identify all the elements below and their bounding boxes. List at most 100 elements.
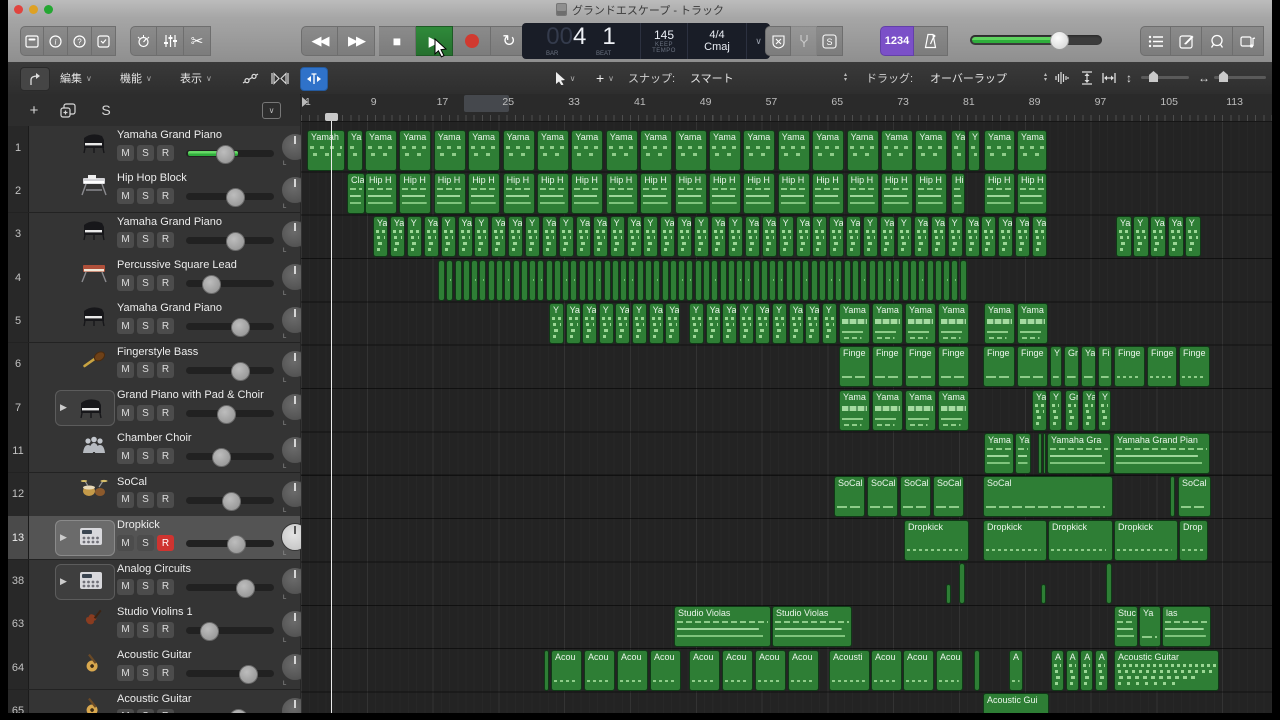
midi-region[interactable]: Yama (839, 390, 870, 431)
midi-region[interactable]: Stuc (1114, 606, 1138, 647)
midi-region[interactable]: Yama (872, 390, 903, 431)
midi-region[interactable]: Yama (915, 130, 947, 171)
record-arm-button[interactable]: R (157, 665, 174, 681)
midi-region[interactable]: Hip H (606, 173, 638, 214)
midi-region[interactable]: Ya (998, 216, 1013, 257)
midi-region[interactable]: Acou (689, 650, 720, 691)
midi-region[interactable]: Finge (839, 346, 870, 387)
volume-knob[interactable] (231, 362, 250, 381)
midi-region[interactable] (893, 260, 900, 301)
midi-region[interactable] (902, 260, 909, 301)
track-name[interactable]: Acoustic Guitar (117, 693, 192, 705)
midi-region[interactable] (946, 584, 951, 604)
functions-menu[interactable]: 機能∨ (120, 69, 152, 87)
track-header-body[interactable]: Hip Hop BlockMSRLR (29, 169, 300, 212)
midi-region[interactable]: A (1080, 650, 1093, 691)
midi-region[interactable] (786, 260, 793, 301)
midi-region[interactable]: Hip H (503, 173, 535, 214)
midi-region[interactable] (546, 260, 553, 301)
midi-region[interactable]: Ya (762, 216, 777, 257)
midi-region[interactable] (974, 650, 980, 691)
midi-region[interactable]: Ya (796, 216, 811, 257)
midi-region[interactable]: A (1095, 650, 1108, 691)
track-header-65[interactable]: 65Acoustic GuitarMSRLR (8, 690, 300, 713)
midi-region[interactable] (802, 260, 809, 301)
midi-region[interactable]: Hip H (571, 173, 603, 214)
track-name[interactable]: Yamaha Grand Piano (117, 302, 222, 314)
midi-region[interactable]: Y (739, 303, 754, 344)
rewind-button[interactable]: ◀◀ (301, 26, 338, 56)
midi-region[interactable]: Ya (1116, 216, 1132, 257)
midi-region[interactable] (753, 260, 760, 301)
midi-region[interactable] (927, 260, 934, 301)
solo-button[interactable]: S (137, 362, 154, 378)
track-name[interactable]: Chamber Choir (117, 432, 192, 444)
midi-region[interactable] (438, 260, 445, 301)
solo-button[interactable]: S (137, 622, 154, 638)
midi-region[interactable]: Finge (1114, 346, 1145, 387)
midi-region[interactable]: Y (772, 303, 787, 344)
midi-region[interactable]: Yama (938, 303, 969, 344)
track-header-13[interactable]: 13▶DropkickMSRLR (8, 516, 300, 560)
midi-region[interactable]: Yama (709, 130, 741, 171)
track-header-body[interactable]: Studio Violins 1MSRLR (29, 603, 300, 646)
quick-help-button[interactable]: ? (68, 26, 92, 56)
midi-region[interactable] (463, 260, 470, 301)
solo-button[interactable]: S (137, 188, 154, 204)
midi-region[interactable]: Yama (812, 130, 844, 171)
midi-region[interactable]: Yama (743, 130, 775, 171)
media-browser-button[interactable] (1233, 26, 1264, 56)
midi-region[interactable] (1106, 563, 1112, 604)
volume-knob[interactable] (226, 188, 245, 207)
midi-region[interactable] (951, 260, 958, 301)
track-stack-box[interactable]: ▶ (55, 520, 115, 556)
midi-region[interactable]: Finge (1147, 346, 1177, 387)
track-volume-slider[interactable] (186, 280, 274, 287)
track-volume-slider[interactable] (186, 410, 274, 417)
track-header-body[interactable]: Acoustic GuitarMSRLR (29, 646, 300, 689)
midi-region[interactable]: Acousti (829, 650, 870, 691)
midi-region[interactable]: A (1066, 650, 1079, 691)
midi-region[interactable]: Hip H (881, 173, 913, 214)
midi-region[interactable] (686, 260, 693, 301)
midi-region[interactable] (662, 260, 669, 301)
solo-button[interactable]: S (137, 275, 154, 291)
midi-region[interactable]: Ya (951, 130, 966, 171)
midi-region[interactable] (579, 260, 586, 301)
vertical-zoom-slider[interactable] (1141, 76, 1189, 79)
midi-region[interactable]: Y (694, 216, 709, 257)
midi-region[interactable]: Hip H (847, 173, 879, 214)
track-header-4[interactable]: 4Percussive Square LeadMSRLR (8, 256, 300, 300)
midi-region[interactable]: Ya (542, 216, 557, 257)
solo-button[interactable]: S (137, 232, 154, 248)
track-header-body[interactable]: ▶Analog CircuitsMSRLR (29, 560, 300, 603)
mixer-button[interactable] (157, 26, 184, 56)
record-arm-button[interactable]: R (157, 579, 174, 595)
midi-region[interactable]: Ya (1015, 216, 1030, 257)
midi-region[interactable]: Ya (1015, 433, 1031, 474)
track-volume-slider[interactable] (186, 323, 274, 330)
midi-region[interactable] (479, 260, 486, 301)
midi-region[interactable] (678, 260, 685, 301)
drag-select[interactable]: オーバーラップ▴▾ (930, 69, 1050, 87)
midi-region[interactable]: Yama (1017, 303, 1048, 344)
midi-region[interactable]: Y (897, 216, 912, 257)
smart-controls-button[interactable] (130, 26, 157, 56)
solo-button[interactable]: S (137, 579, 154, 595)
midi-region[interactable] (612, 260, 619, 301)
midi-region[interactable] (943, 260, 950, 301)
midi-region[interactable] (869, 260, 876, 301)
midi-region[interactable]: Y (948, 216, 963, 257)
midi-region[interactable] (720, 260, 727, 301)
vertical-auto-zoom-button[interactable] (1076, 67, 1098, 89)
midi-region[interactable]: Y (812, 216, 827, 257)
midi-region[interactable] (496, 260, 503, 301)
mute-button[interactable]: M (117, 448, 134, 464)
midi-region[interactable] (1043, 433, 1046, 474)
midi-region[interactable] (645, 260, 652, 301)
midi-region[interactable]: Dropkick (904, 520, 969, 561)
midi-region[interactable] (521, 260, 528, 301)
midi-region[interactable]: Ya (1139, 606, 1161, 647)
midi-region[interactable] (446, 260, 453, 301)
track-name[interactable]: Dropkick (117, 519, 160, 531)
